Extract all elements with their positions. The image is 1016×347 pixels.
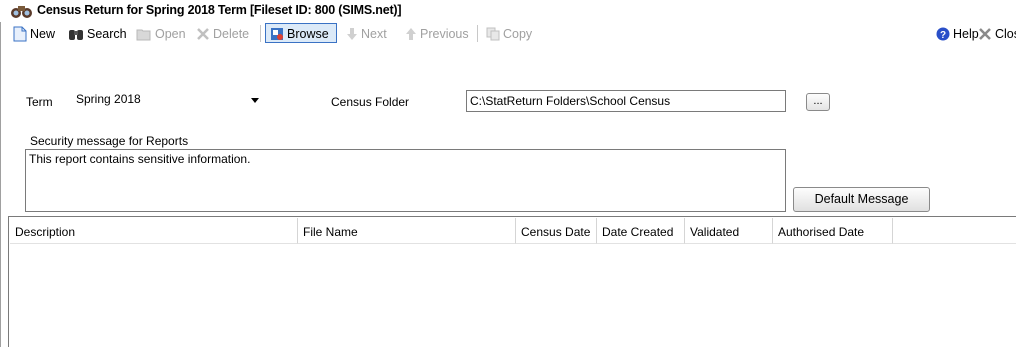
column-header-description[interactable]: Description: [10, 218, 298, 244]
svg-text:?: ?: [940, 30, 946, 41]
title-bar: Census Return for Spring 2018 Term [File…: [0, 0, 1016, 22]
column-header-label: Authorised Date: [778, 225, 865, 239]
toolbar: New Search Open Delete Browse Next Previ…: [0, 22, 1016, 46]
column-header-label: Date Created: [602, 225, 674, 239]
toolbar-separator: [477, 25, 478, 42]
column-header-validated[interactable]: Validated: [685, 218, 773, 244]
delete-button-label: Delete: [213, 27, 250, 41]
arrow-down-icon: [347, 28, 357, 40]
column-header-filler: [893, 218, 1016, 244]
close-button[interactable]: Close: [978, 24, 1016, 44]
copy-button[interactable]: Copy: [486, 24, 532, 44]
search-button-label: Search: [87, 27, 127, 41]
security-message-label: Security message for Reports: [30, 134, 189, 148]
open-button-label: Open: [155, 27, 186, 41]
column-header-census-date[interactable]: Census Date: [516, 218, 597, 244]
column-header-label: Validated: [690, 225, 740, 239]
security-message-value: This report contains sensitive informati…: [29, 152, 251, 166]
browse-icon: [271, 28, 283, 40]
window-left-border: [0, 22, 1, 347]
census-return-window: Census Return for Spring 2018 Term [File…: [0, 0, 1016, 347]
previous-button-label: Previous: [420, 27, 469, 41]
new-button-label: New: [30, 27, 56, 41]
window-title: Census Return for Spring 2018 Term [File…: [37, 3, 402, 17]
help-button[interactable]: ? Help: [936, 24, 979, 44]
column-header-label: File Name: [303, 225, 358, 239]
previous-button[interactable]: Previous: [405, 24, 469, 44]
binoculars-search-icon: [69, 30, 83, 40]
column-header-authorised-date[interactable]: Authorised Date: [773, 218, 893, 244]
new-document-icon: [13, 26, 27, 42]
help-button-label: Help: [953, 27, 979, 41]
open-button[interactable]: Open: [136, 24, 186, 44]
copy-icon: [486, 27, 500, 41]
column-header-label: Description: [15, 225, 76, 239]
census-folder-field[interactable]: C:\StatReturn Folders\School Census: [466, 90, 786, 112]
folder-open-icon: [136, 29, 151, 41]
census-folder-label: Census Folder: [331, 95, 410, 109]
term-label: Term: [26, 95, 53, 109]
folder-browse-button[interactable]: ...: [806, 93, 830, 111]
binoculars-icon: [11, 6, 32, 18]
column-header-label: Census Date: [521, 225, 591, 239]
close-icon: [979, 28, 991, 40]
chevron-down-icon: [251, 98, 259, 103]
security-message-field[interactable]: This report contains sensitive informati…: [25, 149, 786, 212]
browse-button[interactable]: Browse: [270, 24, 329, 44]
new-button[interactable]: New: [13, 24, 55, 44]
copy-button-label: Copy: [503, 27, 533, 41]
next-button[interactable]: Next: [346, 24, 387, 44]
census-folder-value: C:\StatReturn Folders\School Census: [470, 94, 671, 108]
term-dropdown-value: Spring 2018: [76, 92, 141, 106]
default-message-button[interactable]: Default Message: [793, 187, 930, 212]
browse-button-label: Browse: [287, 27, 329, 41]
search-button[interactable]: Search: [68, 24, 127, 44]
delete-icon: [197, 28, 209, 40]
term-dropdown[interactable]: Spring 2018: [70, 90, 265, 110]
delete-button[interactable]: Delete: [196, 24, 249, 44]
next-button-label: Next: [361, 27, 387, 41]
column-header-date-created[interactable]: Date Created: [597, 218, 685, 244]
help-icon: ?: [936, 27, 950, 41]
close-button-label: Close: [995, 27, 1016, 41]
toolbar-separator: [260, 25, 261, 42]
arrow-up-icon: [406, 28, 416, 40]
column-header-file-name[interactable]: File Name: [298, 218, 516, 244]
